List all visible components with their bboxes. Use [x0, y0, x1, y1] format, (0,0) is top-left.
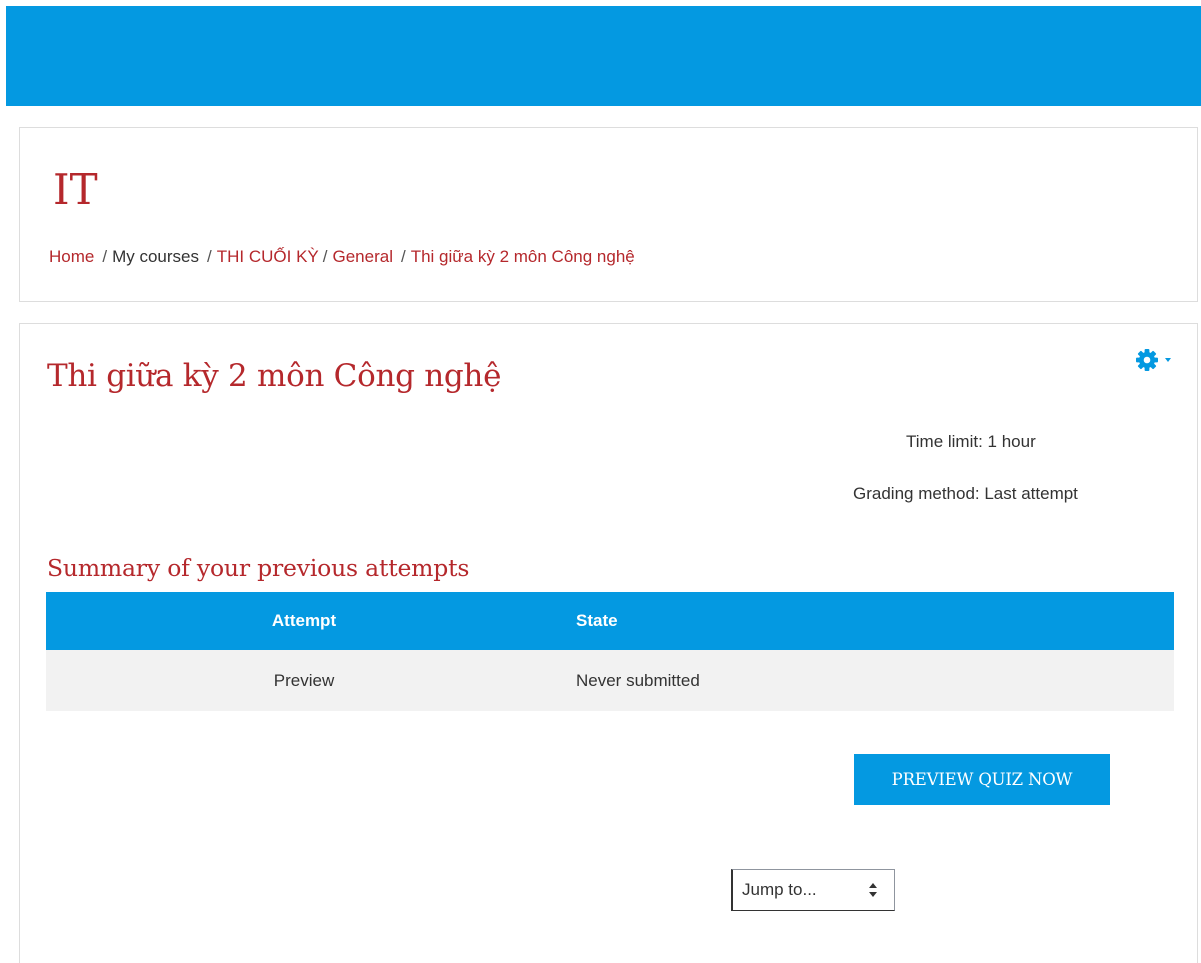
summary-heading: Summary of your previous attempts — [47, 554, 470, 582]
attempts-table: Attempt State Preview Never submitted — [46, 592, 1174, 711]
attempt-cell: Preview — [46, 650, 562, 711]
breadcrumb-separator: / — [322, 247, 328, 266]
page-title: Thi giữa kỳ 2 môn Công nghệ — [47, 358, 502, 394]
site-title: IT — [53, 165, 98, 214]
breadcrumb-separator: / — [102, 247, 108, 266]
jump-to-select[interactable]: Jump to... — [731, 869, 895, 911]
column-header-state: State — [562, 592, 1174, 650]
gear-icon — [1136, 349, 1158, 371]
breadcrumb-separator: / — [207, 247, 212, 266]
state-value: Never submitted — [576, 670, 700, 690]
breadcrumb-course[interactable]: THI CUỐI KỲ — [217, 247, 319, 266]
page-header: IT Home / My courses / THI CUỐI KỲ / General / T… — [19, 127, 1198, 302]
chevron-down-icon — [1165, 358, 1171, 362]
state-cell: Never submitted — [562, 650, 1174, 711]
top-navbar — [6, 6, 1201, 106]
time-limit-text: Time limit: 1 hour — [906, 432, 1036, 451]
jump-to-value: Jump to... — [742, 880, 817, 899]
column-header-attempt-label: Attempt — [271, 611, 337, 630]
breadcrumb-quiz[interactable]: Thi giữa kỳ 2 môn Công nghệ — [411, 247, 635, 266]
table-row: Preview Never submitted — [46, 650, 1174, 711]
preview-quiz-button[interactable]: PREVIEW QUIZ NOW — [854, 754, 1110, 805]
attempt-value: Preview — [273, 670, 335, 690]
breadcrumb-home[interactable]: Home — [49, 247, 94, 266]
updown-arrows-icon — [869, 883, 877, 897]
settings-menu-button[interactable] — [1133, 344, 1183, 374]
column-header-attempt: Attempt — [46, 592, 562, 650]
breadcrumb: Home / My courses / THI CUỐI KỲ / General / Thi … — [49, 245, 635, 269]
breadcrumb-section[interactable]: General — [333, 247, 393, 266]
breadcrumb-my-courses: My courses — [112, 247, 200, 266]
breadcrumb-separator: / — [400, 247, 406, 266]
table-header-row: Attempt State — [46, 592, 1174, 650]
grading-method-text: Grading method: Last attempt — [853, 484, 1078, 503]
quiz-region: Thi giữa kỳ 2 môn Công nghệ Time limit: … — [19, 323, 1198, 963]
column-header-state-label: State — [576, 611, 618, 630]
